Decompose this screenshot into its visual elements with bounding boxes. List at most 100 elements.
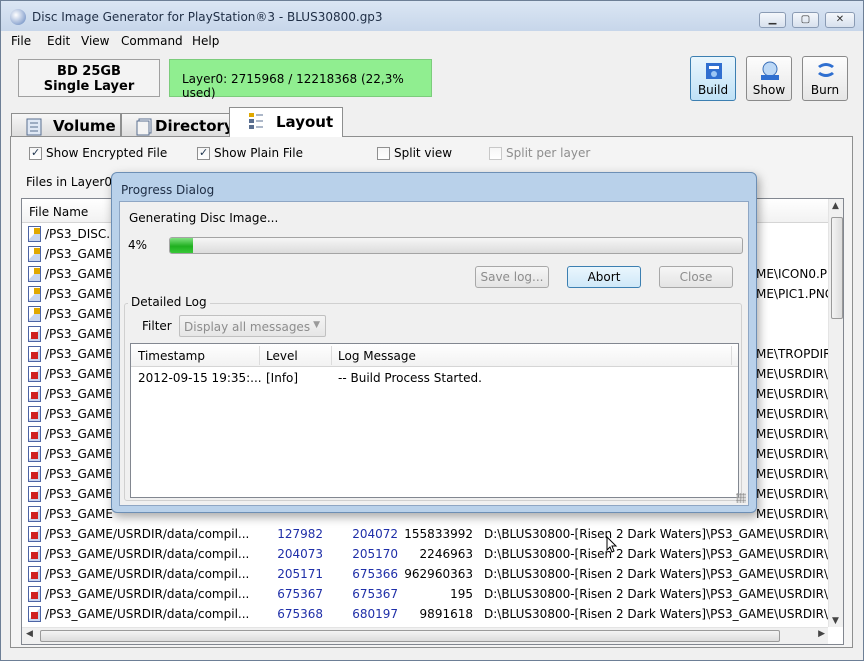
scroll-down-icon[interactable]: ▼ <box>832 616 839 626</box>
file-size-cell: 962960363 <box>404 567 473 581</box>
file-size-cell: 155833992 <box>404 527 473 541</box>
split-per-layer-box <box>489 147 502 160</box>
file-name-cell: /PS3_GAME <box>45 267 113 281</box>
abort-button[interactable]: Abort <box>567 266 641 288</box>
file-name-cell: /PS3_GAME/USRDIR/data/compil... <box>45 527 250 541</box>
file-name-cell: /PS3_GAME <box>45 367 113 381</box>
file-icon <box>28 426 41 442</box>
menu-edit[interactable]: Edit <box>47 34 70 48</box>
file-size-cell: 2246963 <box>419 547 473 561</box>
split-view-box[interactable] <box>377 147 390 160</box>
tab-volume[interactable]: Volume <box>11 113 121 137</box>
column-file-name[interactable]: File Name <box>29 205 88 219</box>
log-row[interactable]: 2012-09-15 19:35:... [Info] -- Build Pro… <box>131 371 731 389</box>
vertical-scrollbar[interactable]: ▲ ▼ <box>828 199 843 627</box>
column-separator <box>259 346 260 365</box>
source-path-cell: ME\USRDIR\d <box>756 387 836 401</box>
build-icon <box>706 63 722 79</box>
file-name-cell: /PS3_GAME <box>45 287 113 301</box>
tab-directory[interactable]: Directory <box>121 113 234 137</box>
column-log-message[interactable]: Log Message <box>338 349 416 363</box>
file-icon <box>28 506 41 522</box>
table-row[interactable]: /PS3_GAME/USRDIR/data/compil... 675368 680… <box>22 604 836 624</box>
show-label: Show <box>752 83 786 97</box>
file-name-cell: /PS3_GAME <box>45 507 113 521</box>
file-icon <box>28 306 41 322</box>
start-sector-cell: 205171 <box>277 567 323 581</box>
resize-grip-icon[interactable] <box>736 493 746 503</box>
file-name-cell: /PS3_GAME/USRDIR/data/compil... <box>45 587 250 601</box>
title-bar[interactable]: Disc Image Generator for PlayStation®3 -… <box>1 1 863 31</box>
show-plain-box[interactable] <box>197 146 210 160</box>
file-icon <box>28 366 41 382</box>
volume-icon <box>26 118 42 136</box>
log-level: [Info] <box>266 371 299 385</box>
scroll-up-icon[interactable]: ▲ <box>832 201 839 211</box>
minimize-button[interactable]: ▁ <box>759 12 786 28</box>
directory-icon <box>136 118 152 136</box>
scroll-right-icon[interactable]: ▶ <box>818 629 825 639</box>
file-name-cell: /PS3_GAME <box>45 407 113 421</box>
column-timestamp[interactable]: Timestamp <box>138 349 205 363</box>
source-path-cell: ME\TROPDIR <box>756 347 832 361</box>
table-row[interactable]: /PS3_GAME/USRDIR/data/compil... 675367 675… <box>22 584 836 604</box>
scroll-left-icon[interactable]: ◀ <box>26 629 33 639</box>
tab-layout-label: Layout <box>276 113 334 131</box>
close-icon: ✕ <box>835 14 845 25</box>
file-icon <box>28 346 41 362</box>
file-icon <box>28 486 41 502</box>
maximize-button[interactable]: ▢ <box>792 12 819 28</box>
tab-layout[interactable]: Layout <box>229 107 343 137</box>
show-button[interactable]: Show <box>746 56 792 101</box>
burn-button[interactable]: Burn <box>802 56 848 101</box>
file-name-cell: /PS3_GAME/USRDIR/data/compil... <box>45 607 250 621</box>
show-icon <box>761 61 779 80</box>
horizontal-scrollbar[interactable]: ◀ ▶ <box>22 627 828 644</box>
column-level[interactable]: Level <box>266 349 298 363</box>
file-name-cell: /PS3_GAME/USRDIR/data/compil... <box>45 547 250 561</box>
file-icon <box>28 526 41 542</box>
close-window-button[interactable]: ✕ <box>825 12 855 28</box>
end-sector-cell: 675366 <box>352 567 398 581</box>
file-icon <box>28 586 41 602</box>
file-icon <box>28 606 41 622</box>
build-button[interactable]: Build <box>690 56 736 101</box>
show-encrypted-box[interactable] <box>29 146 42 160</box>
file-icon <box>28 406 41 422</box>
file-size-cell: 195 <box>450 587 473 601</box>
file-name-cell: /PS3_GAME <box>45 467 113 481</box>
start-sector-cell: 204073 <box>277 547 323 561</box>
tab-strip: Volume Directory Layout <box>1 107 863 137</box>
table-row[interactable]: /PS3_GAME/USRDIR/data/compil... 205171 675… <box>22 564 836 584</box>
layer-usage-status: Layer0: 2715968 / 12218368 (22,3% used) <box>169 59 432 100</box>
source-path-cell: D:\BLUS30800-[Risen 2 Dark Waters]\PS3_G… <box>484 567 836 581</box>
disc-type-line2: Single Layer <box>43 79 135 94</box>
burn-icon <box>818 63 834 77</box>
build-label: Build <box>697 83 729 97</box>
table-row[interactable]: /PS3_GAME/USRDIR/data/compil... 127982 204… <box>22 524 836 544</box>
layout-icon <box>249 113 263 129</box>
file-name-cell: /PS3_GAME <box>45 307 113 321</box>
file-name-cell: /PS3_DISC. <box>45 227 111 241</box>
progress-percent: 4% <box>128 238 148 252</box>
log-list[interactable]: Timestamp Level Log Message 2012-09-15 1… <box>130 343 739 498</box>
start-sector-cell: 127982 <box>277 527 323 541</box>
menu-view[interactable]: View <box>81 34 109 48</box>
source-path-cell: ME\USRDIR\d <box>756 447 836 461</box>
menu-help[interactable]: Help <box>192 34 219 48</box>
vertical-scroll-thumb[interactable] <box>831 217 843 319</box>
progress-dialog: Progress Dialog Generating Disc Image...… <box>111 172 757 513</box>
column-separator <box>331 346 332 365</box>
file-name-cell: /PS3_GAME <box>45 247 113 261</box>
source-path-cell: D:\BLUS30800-[Risen 2 Dark Waters]\PS3_G… <box>484 547 836 561</box>
table-row[interactable]: /PS3_GAME/USRDIR/data/compil... 204073 205… <box>22 544 836 564</box>
source-path-cell: D:\BLUS30800-[Risen 2 Dark Waters]\PS3_G… <box>484 527 836 541</box>
source-path-cell: ME\ICON0.PN <box>756 267 836 281</box>
dialog-body: Generating Disc Image... 4% Save log... … <box>119 201 749 506</box>
window-title: Disc Image Generator for PlayStation®3 -… <box>32 10 383 24</box>
file-icon <box>28 326 41 342</box>
menu-command[interactable]: Command <box>121 34 183 48</box>
horizontal-scroll-thumb[interactable] <box>40 630 780 642</box>
save-log-button: Save log... <box>475 266 549 288</box>
menu-file[interactable]: File <box>11 34 31 48</box>
